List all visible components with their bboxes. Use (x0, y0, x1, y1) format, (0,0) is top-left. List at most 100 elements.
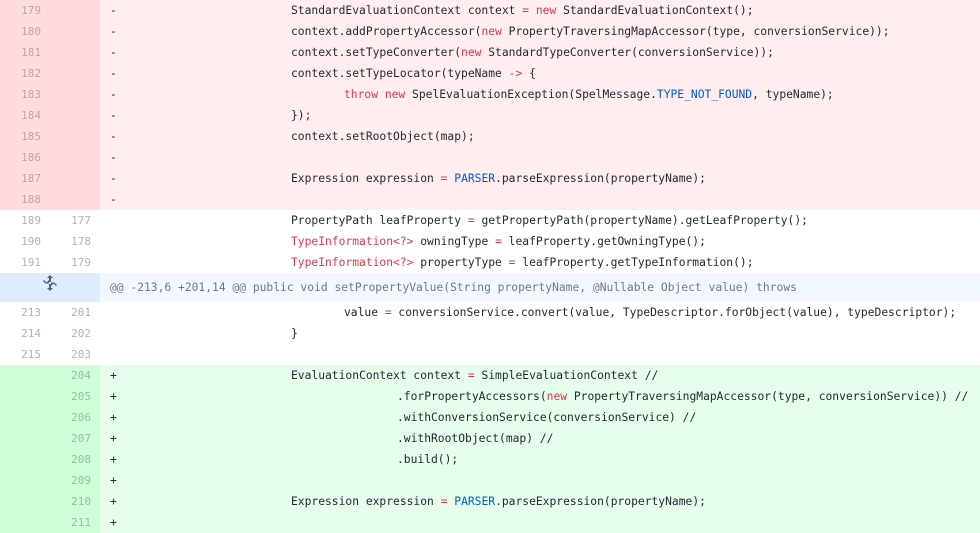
code-cell: - context.setTypeConverter(new StandardTy… (100, 42, 980, 63)
code-token: new (481, 25, 502, 38)
new-line-number[interactable] (50, 63, 100, 84)
expand-hunk-button[interactable] (0, 273, 100, 302)
code-cell: - context.setRootObject(map); (100, 126, 980, 147)
old-line-number[interactable]: 213 (0, 302, 50, 323)
new-line-number[interactable]: 205 (50, 386, 100, 407)
old-line-number[interactable]: 180 (0, 21, 50, 42)
code-cell: TypeInformation<?> owningType = leafProp… (100, 231, 980, 252)
old-line-number[interactable]: 191 (0, 252, 50, 273)
code-cell: + .build(); (100, 449, 980, 470)
code-token: context.addPropertyAccessor( (291, 25, 482, 38)
code-text: StandardEvaluationContext context = new … (291, 0, 754, 21)
code-token: context.setTypeConverter( (291, 46, 462, 59)
old-line-number[interactable] (0, 491, 50, 512)
diff-line: 183 - throw new SpelEvaluationException(Sp… (0, 84, 980, 105)
code-token: getPropertyPath(propertyName).getLeafPro… (474, 214, 808, 227)
diff-line: 205 + .forPropertyAccessors(new PropertyTr… (0, 386, 980, 407)
old-line-number[interactable] (0, 407, 50, 428)
diff-line: 185 - context.setRootObject(map); (0, 126, 980, 147)
code-token: context.setRootObject(map); (291, 130, 475, 143)
diff-line: 180 - context.addPropertyAccessor(new Prop… (0, 21, 980, 42)
old-line-number[interactable]: 186 (0, 147, 50, 168)
code-token: TYPE_NOT_FOUND (656, 88, 753, 101)
old-line-number[interactable] (0, 512, 50, 533)
diff-marker: - (110, 130, 117, 143)
code-cell: + (100, 512, 980, 533)
old-line-number[interactable] (0, 386, 50, 407)
new-line-number[interactable]: 209 (50, 470, 100, 491)
code-token: .withRootObject(map) // (397, 432, 554, 445)
diff-line: 184 -}); (0, 105, 980, 126)
new-line-number[interactable] (50, 42, 100, 63)
old-line-number[interactable]: 190 (0, 231, 50, 252)
code-token: { (522, 67, 536, 80)
code-token: conversionService.convert(value, TypeDes… (391, 306, 957, 319)
new-line-number[interactable]: 201 (50, 302, 100, 323)
diff-line: 190 178 TypeInformation<?> owningType = le… (0, 231, 980, 252)
code-token: PARSER (454, 172, 496, 185)
diff-marker: + (110, 453, 117, 466)
old-line-number[interactable]: 182 (0, 63, 50, 84)
code-token: new (384, 88, 406, 101)
old-line-number[interactable]: 214 (0, 323, 50, 344)
old-line-number[interactable]: 215 (0, 344, 50, 365)
old-line-number[interactable] (0, 470, 50, 491)
new-line-number[interactable]: 177 (50, 210, 100, 231)
new-line-number[interactable] (50, 0, 100, 21)
new-line-number[interactable]: 178 (50, 231, 100, 252)
new-line-number[interactable] (50, 126, 100, 147)
code-text: Expression expression = PARSER.parseExpr… (291, 491, 706, 512)
code-token: .withConversionService(conversionService… (397, 411, 697, 424)
old-line-number[interactable]: 185 (0, 126, 50, 147)
new-line-number[interactable]: 208 (50, 449, 100, 470)
diff-marker: - (110, 25, 117, 38)
diff-marker: - (110, 109, 117, 122)
new-line-number[interactable]: 210 (50, 491, 100, 512)
new-line-number[interactable]: 202 (50, 323, 100, 344)
code-text: Expression expression = PARSER.parseExpr… (291, 168, 706, 189)
old-line-number[interactable] (0, 449, 50, 470)
old-line-number[interactable]: 184 (0, 105, 50, 126)
code-token: SimpleEvaluationContext // (474, 369, 659, 382)
diff-line: 209 + (0, 470, 980, 491)
code-text: TypeInformation<?> owningType = leafProp… (291, 231, 706, 252)
old-line-number[interactable] (0, 428, 50, 449)
code-token: }); (291, 109, 312, 122)
old-line-number[interactable]: 181 (0, 42, 50, 63)
code-token: StandardEvaluationContext context (291, 4, 523, 17)
old-line-number[interactable]: 187 (0, 168, 50, 189)
old-line-number[interactable]: 188 (0, 189, 50, 210)
code-text: PropertyPath leafProperty = getPropertyP… (291, 210, 808, 231)
new-line-number[interactable] (50, 105, 100, 126)
code-token: .parseExpression(propertyName); (495, 172, 706, 185)
old-line-number[interactable]: 179 (0, 0, 50, 21)
code-cell: value = conversionService.convert(value,… (100, 302, 980, 323)
new-line-number[interactable] (50, 189, 100, 210)
old-line-number[interactable] (0, 365, 50, 386)
code-text: throw new SpelEvaluationException(SpelMe… (344, 84, 834, 105)
new-line-number[interactable]: 203 (50, 344, 100, 365)
diff-marker: + (110, 516, 117, 529)
code-cell: - (100, 147, 980, 168)
code-token: PropertyTraversingMapAccessor(type, conv… (501, 25, 890, 38)
diff-line: 191 179 TypeInformation<?> propertyType = … (0, 252, 980, 273)
new-line-number[interactable]: 207 (50, 428, 100, 449)
diff-line: 189 177 PropertyPath leafProperty = getPro… (0, 210, 980, 231)
new-line-number[interactable] (50, 168, 100, 189)
new-line-number[interactable]: 179 (50, 252, 100, 273)
code-cell: - Expression expression = PARSER.parseExp… (100, 168, 980, 189)
diff-line: 187 - Expression expression = PARSER.parse… (0, 168, 980, 189)
old-line-number[interactable]: 189 (0, 210, 50, 231)
code-token: Expression expression (291, 172, 441, 185)
code-cell: - context.setTypeLocator(typeName -> { (100, 63, 980, 84)
new-line-number[interactable]: 211 (50, 512, 100, 533)
code-token: = (384, 306, 392, 319)
new-line-number[interactable]: 206 (50, 407, 100, 428)
new-line-number[interactable] (50, 147, 100, 168)
new-line-number[interactable] (50, 21, 100, 42)
new-line-number[interactable]: 204 (50, 365, 100, 386)
hunk-header-row: @@ -213,6 +201,14 @@ public void setProp… (0, 273, 980, 302)
new-line-number[interactable] (50, 84, 100, 105)
old-line-number[interactable]: 183 (0, 84, 50, 105)
